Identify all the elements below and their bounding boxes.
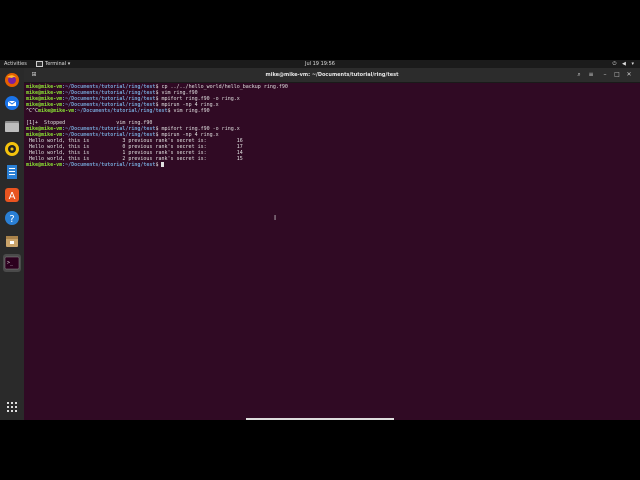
top-bar: Activities Terminal ▾ Jul 19 19:56 ⏻ ◀ ▾ — [0, 60, 640, 68]
app-center-icon[interactable]: A — [4, 187, 20, 203]
thunderbird-icon[interactable] — [4, 95, 20, 111]
menu-icon[interactable]: ≡ — [587, 71, 595, 79]
libreoffice-writer-icon[interactable] — [4, 164, 20, 180]
files-icon[interactable] — [4, 118, 20, 134]
video-progress-bar — [246, 418, 394, 420]
window-title: mike@mike-vm: ~/Documents/tutorial/ring/… — [265, 72, 399, 78]
terminal-output[interactable]: mike@mike-vm:~/Documents/tutorial/ring/t… — [26, 84, 636, 414]
terminal-cursor — [161, 162, 165, 167]
system-tray[interactable]: ⏻ ◀ ▾ — [613, 60, 637, 68]
firefox-icon[interactable] — [4, 72, 20, 88]
dock: A ? >_ — [0, 68, 24, 420]
prompt-user: mike@mike-vm — [38, 108, 75, 114]
svg-text:?: ? — [9, 214, 14, 225]
minimize-icon[interactable]: – — [601, 71, 609, 79]
help-icon[interactable]: ? — [4, 210, 20, 226]
svg-text:>_: >_ — [7, 260, 14, 266]
show-apps-icon[interactable] — [7, 402, 17, 412]
terminal-window: ⊞ mike@mike-vm: ~/Documents/tutorial/rin… — [24, 68, 640, 420]
interrupt-text: ^C^C — [26, 108, 39, 114]
prompt-path: :~/Documents/tutorial/ring/test — [74, 108, 168, 114]
prompt-user: mike@mike-vm — [26, 162, 63, 168]
window-titlebar[interactable]: ⊞ mike@mike-vm: ~/Documents/tutorial/rin… — [24, 68, 640, 83]
close-icon[interactable]: ✕ — [625, 71, 633, 79]
package-icon[interactable] — [4, 233, 20, 249]
terminal-icon[interactable]: >_ — [3, 254, 21, 272]
prompt-path: :~/Documents/tutorial/ring/test — [62, 162, 156, 168]
rhythmbox-icon[interactable] — [4, 141, 20, 157]
text-cursor-icon: I — [274, 214, 277, 222]
clock[interactable]: Jul 19 19:56 — [0, 60, 640, 68]
command-text: $ vim ring.f90 — [167, 108, 210, 114]
search-icon[interactable]: ⌕ — [575, 71, 583, 79]
svg-text:A: A — [9, 191, 16, 202]
maximize-icon[interactable]: □ — [613, 71, 621, 79]
terminal-line: mike@mike-vm:~/Documents/tutorial/ring/t… — [26, 162, 636, 168]
